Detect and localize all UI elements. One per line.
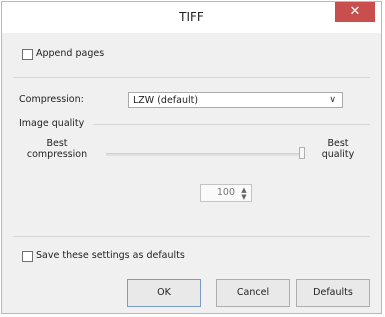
close-button[interactable]: ✕: [335, 2, 375, 22]
compression-label: Compression:: [19, 94, 84, 105]
compression-value: LZW (default): [133, 95, 199, 106]
close-icon: ✕: [349, 4, 361, 19]
slider-max-label: Best quality: [321, 138, 355, 160]
quality-slider-thumb[interactable]: [299, 147, 305, 159]
quality-value: 100: [216, 187, 235, 198]
defaults-button[interactable]: Defaults: [296, 279, 370, 307]
compression-select[interactable]: LZW (default) ∨: [128, 92, 343, 108]
spin-down-icon[interactable]: ▼: [239, 194, 249, 201]
title-bar[interactable]: TIFF ✕: [2, 2, 381, 33]
dialog-body: Append pages Compression: LZW (default) …: [7, 34, 376, 308]
cancel-button[interactable]: Cancel: [216, 279, 290, 307]
separator-top: [13, 77, 370, 78]
ok-button[interactable]: OK: [127, 279, 201, 307]
window-title: TIFF: [179, 10, 204, 24]
append-pages-checkbox[interactable]: [22, 49, 33, 60]
image-quality-heading: Image quality: [19, 118, 85, 129]
quality-spinbox[interactable]: 100 ▲ ▼: [200, 184, 252, 202]
slider-min-label: Best compression: [26, 138, 88, 160]
quality-slider-track[interactable]: [106, 153, 304, 156]
chevron-down-icon: ∨: [329, 95, 336, 105]
save-defaults-checkbox[interactable]: [22, 251, 33, 262]
save-defaults-label[interactable]: Save these settings as defaults: [36, 250, 185, 261]
tiff-dialog: TIFF ✕ Append pages Compression: LZW (de…: [1, 1, 382, 314]
image-quality-rule: [93, 124, 370, 125]
separator-bottom: [13, 236, 370, 237]
append-pages-label[interactable]: Append pages: [36, 48, 104, 59]
